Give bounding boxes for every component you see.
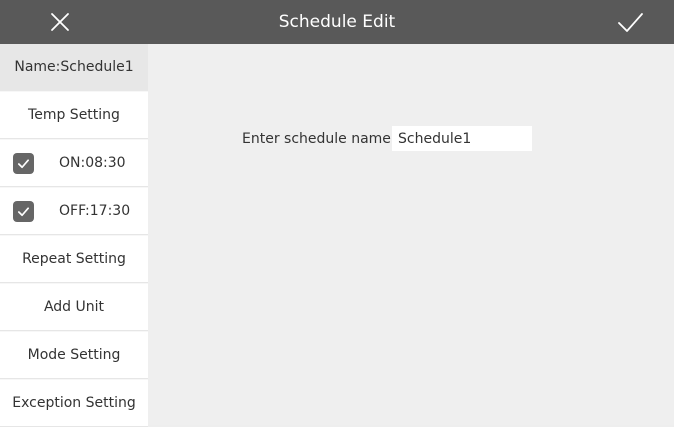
sidebar-item-label: Exception Setting: [12, 395, 136, 411]
top-bar: Schedule Edit: [0, 0, 674, 44]
sidebar-item-name[interactable]: Name:Schedule1: [0, 44, 148, 91]
schedule-name-input[interactable]: [392, 126, 532, 151]
sidebar-item-on-time[interactable]: ON:08:30: [0, 140, 148, 187]
confirm-button[interactable]: [614, 6, 646, 38]
sidebar-item-label: Mode Setting: [27, 347, 121, 363]
schedule-name-label: Enter schedule name:: [242, 131, 396, 147]
checkbox-checked-icon[interactable]: [13, 201, 34, 222]
page-title: Schedule Edit: [278, 12, 396, 32]
sidebar-item-label: OFF:17:30: [59, 203, 131, 219]
checkbox-checked-icon[interactable]: [13, 153, 34, 174]
sidebar-item-temp-setting[interactable]: Temp Setting: [0, 92, 148, 139]
sidebar-item-label: Add Unit: [43, 299, 105, 315]
sidebar-item-exception-setting[interactable]: Exception Setting: [0, 380, 148, 427]
sidebar-item-label: Temp Setting: [28, 107, 120, 123]
schedule-edit-screen: Schedule Edit Name:Schedule1 Temp Settin…: [0, 0, 674, 427]
checkmark-icon: [17, 207, 30, 217]
sidebar-item-label: Repeat Setting: [22, 251, 126, 267]
sidebar-item-repeat-setting[interactable]: Repeat Setting: [0, 236, 148, 283]
sidebar-item-label: ON:08:30: [59, 155, 126, 171]
sidebar-item-off-time[interactable]: OFF:17:30: [0, 188, 148, 235]
checkmark-icon: [618, 13, 643, 32]
settings-sidebar: Name:Schedule1 Temp Setting ON:08:30 OFF…: [0, 44, 148, 427]
sidebar-item-add-unit[interactable]: Add Unit: [0, 284, 148, 331]
checkmark-icon: [17, 159, 30, 169]
sidebar-item-mode-setting[interactable]: Mode Setting: [0, 332, 148, 379]
sidebar-item-label: Name:Schedule1: [14, 59, 134, 75]
